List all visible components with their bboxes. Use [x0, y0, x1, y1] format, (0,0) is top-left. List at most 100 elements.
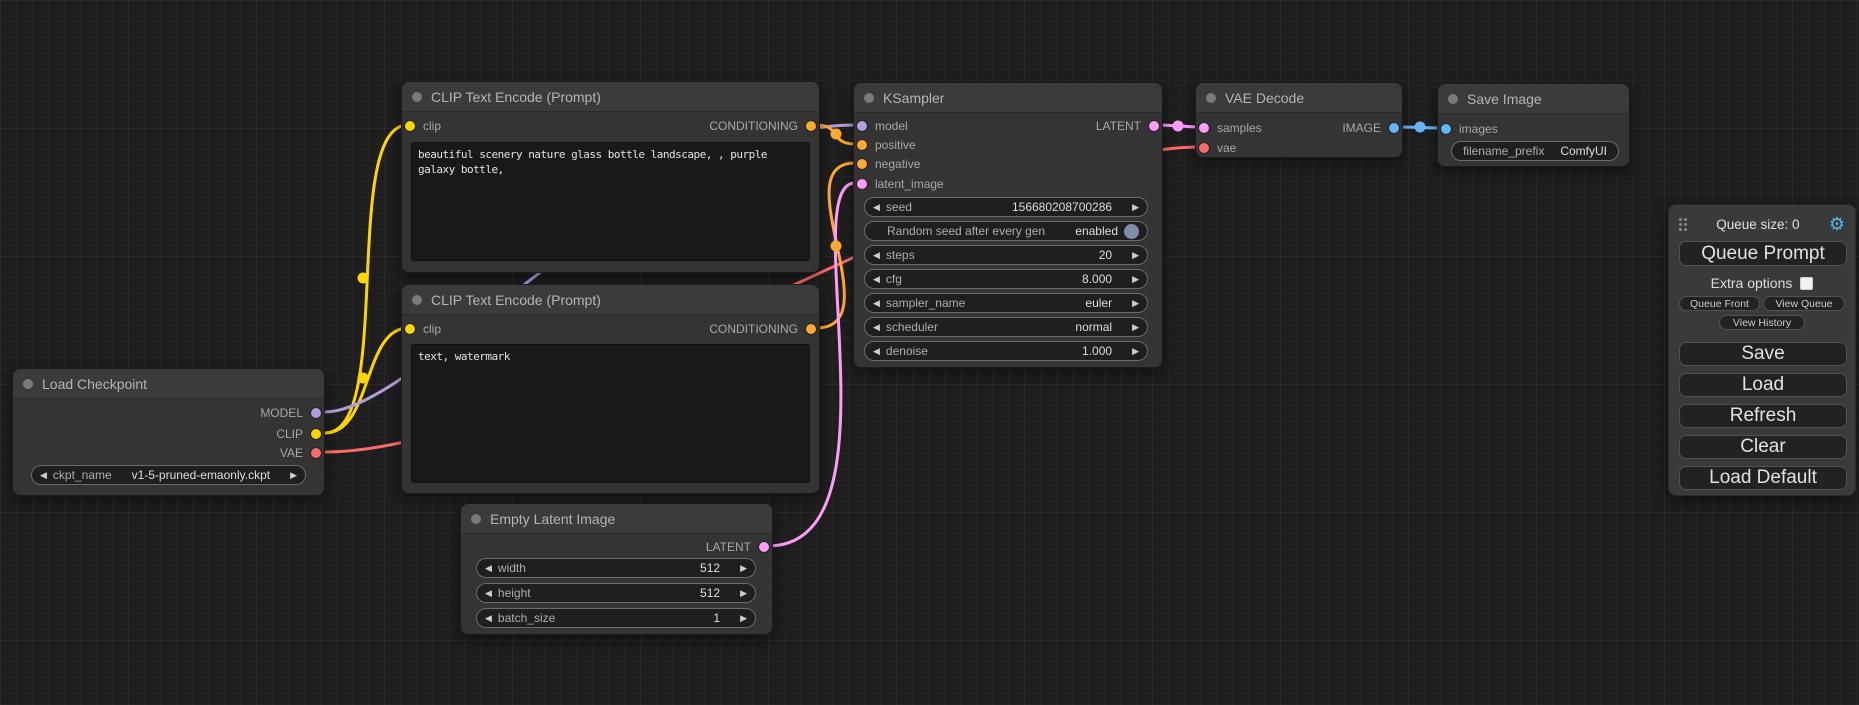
input-port-positive[interactable] [857, 140, 867, 150]
node-vae-decode[interactable]: VAE Decode samples IMAGE vae [1195, 82, 1403, 158]
node-titlebar[interactable]: Save Image [1438, 84, 1629, 114]
increment-arrow-icon[interactable]: ▶ [1132, 203, 1139, 212]
widget-scheduler[interactable]: ◀ scheduler normal ▶ [864, 317, 1148, 337]
node-ksampler[interactable]: KSampler model LATENT positive negative … [853, 82, 1163, 368]
input-port-model[interactable] [857, 121, 867, 131]
node-titlebar[interactable]: CLIP Text Encode (Prompt) [402, 82, 819, 112]
output-port-model[interactable] [311, 408, 321, 418]
collapse-dot-icon[interactable] [23, 379, 33, 389]
increment-arrow-icon[interactable]: ▶ [1132, 299, 1139, 308]
widget-steps[interactable]: ◀ steps 20 ▶ [864, 245, 1148, 265]
prompt-textarea[interactable]: text, watermark [411, 344, 810, 483]
increment-arrow-icon[interactable]: ▶ [1132, 323, 1139, 332]
input-label: latent_image [875, 177, 944, 191]
output-port-latent[interactable] [759, 542, 769, 552]
widget-random-seed-toggle[interactable]: Random seed after every gen enabled [864, 221, 1148, 241]
decrement-arrow-icon[interactable]: ◀ [40, 471, 47, 480]
widget-label: seed [886, 200, 912, 214]
increment-arrow-icon[interactable]: ▶ [740, 564, 747, 573]
widget-denoise[interactable]: ◀ denoise 1.000 ▶ [864, 341, 1148, 361]
node-titlebar[interactable]: Load Checkpoint [13, 369, 324, 399]
output-port-vae[interactable] [311, 448, 321, 458]
node-load-checkpoint[interactable]: Load Checkpoint MODEL CLIP VAE ◀ ckpt_na… [12, 368, 325, 496]
node-titlebar[interactable]: VAE Decode [1196, 83, 1402, 113]
input-port-negative[interactable] [857, 159, 867, 169]
widget-height[interactable]: ◀ height 512 ▶ [476, 583, 756, 603]
widget-seed[interactable]: ◀ seed 156680208700286 ▶ [864, 197, 1148, 217]
input-port-images[interactable] [1441, 124, 1451, 134]
node-titlebar[interactable]: KSampler [854, 83, 1162, 113]
increment-arrow-icon[interactable]: ▶ [1132, 275, 1139, 284]
node-save-image[interactable]: Save Image images filename_prefix ComfyU… [1437, 83, 1630, 167]
load-default-button[interactable]: Load Default [1679, 466, 1847, 490]
input-port-latent-image[interactable] [857, 179, 867, 189]
output-label: CONDITIONING [709, 322, 798, 336]
widget-label: cfg [886, 272, 902, 286]
output-port-conditioning[interactable] [806, 324, 816, 334]
node-clip-text-encode-negative[interactable]: CLIP Text Encode (Prompt) clip CONDITION… [401, 284, 820, 494]
collapse-dot-icon[interactable] [471, 514, 481, 524]
widget-cfg[interactable]: ◀ cfg 8.000 ▶ [864, 269, 1148, 289]
decrement-arrow-icon[interactable]: ◀ [873, 251, 880, 260]
increment-arrow-icon[interactable]: ▶ [1132, 347, 1139, 356]
widget-value: 512 [700, 561, 720, 575]
load-button[interactable]: Load [1679, 373, 1847, 397]
widget-value: normal [1075, 320, 1112, 334]
node-titlebar[interactable]: Empty Latent Image [461, 504, 772, 534]
widget-width[interactable]: ◀ width 512 ▶ [476, 558, 756, 578]
input-port-vae[interactable] [1199, 143, 1209, 153]
collapse-dot-icon[interactable] [1448, 94, 1458, 104]
increment-arrow-icon[interactable]: ▶ [1132, 251, 1139, 260]
decrement-arrow-icon[interactable]: ◀ [485, 614, 492, 623]
widget-ckpt-name[interactable]: ◀ ckpt_name v1-5-pruned-emaonly.ckpt ▶ [31, 465, 306, 485]
save-button[interactable]: Save [1679, 342, 1847, 366]
node-titlebar[interactable]: CLIP Text Encode (Prompt) [402, 285, 819, 315]
clear-button[interactable]: Clear [1679, 435, 1847, 459]
output-port-clip[interactable] [311, 429, 321, 439]
queue-front-button[interactable]: Queue Front [1679, 296, 1760, 311]
input-label: negative [875, 157, 920, 171]
settings-gear-icon[interactable]: ⚙ [1829, 215, 1845, 233]
output-label: CONDITIONING [709, 119, 798, 133]
widget-label: steps [886, 248, 915, 262]
view-queue-button[interactable]: View Queue [1763, 296, 1845, 311]
drag-handle-icon[interactable] [1679, 218, 1687, 231]
node-title: Empty Latent Image [490, 511, 615, 527]
widget-filename-prefix[interactable]: filename_prefix ComfyUI [1451, 141, 1619, 161]
collapse-dot-icon[interactable] [1206, 93, 1216, 103]
decrement-arrow-icon[interactable]: ◀ [873, 323, 880, 332]
prompt-textarea[interactable]: beautiful scenery nature glass bottle la… [411, 142, 810, 261]
decrement-arrow-icon[interactable]: ◀ [873, 347, 880, 356]
view-history-button[interactable]: View History [1719, 315, 1805, 330]
widget-label: filename_prefix [1463, 144, 1544, 158]
node-title: CLIP Text Encode (Prompt) [431, 292, 601, 308]
collapse-dot-icon[interactable] [864, 93, 874, 103]
decrement-arrow-icon[interactable]: ◀ [485, 589, 492, 598]
output-label: LATENT [706, 540, 751, 554]
decrement-arrow-icon[interactable]: ◀ [485, 564, 492, 573]
increment-arrow-icon[interactable]: ▶ [290, 471, 297, 480]
increment-arrow-icon[interactable]: ▶ [740, 614, 747, 623]
extra-options-checkbox[interactable] [1800, 277, 1813, 290]
output-port-latent[interactable] [1149, 121, 1159, 131]
input-label: model [875, 119, 908, 133]
decrement-arrow-icon[interactable]: ◀ [873, 275, 880, 284]
node-clip-text-encode-positive[interactable]: CLIP Text Encode (Prompt) clip CONDITION… [401, 81, 820, 273]
widget-batch-size[interactable]: ◀ batch_size 1 ▶ [476, 608, 756, 628]
comfyui-canvas[interactable]: { "colors": { "model": "#b39ddb", "clip"… [0, 0, 1859, 705]
widget-sampler-name[interactable]: ◀ sampler_name euler ▶ [864, 293, 1148, 313]
refresh-button[interactable]: Refresh [1679, 404, 1847, 428]
output-port-conditioning[interactable] [806, 121, 816, 131]
queue-prompt-button[interactable]: Queue Prompt [1679, 241, 1847, 266]
increment-arrow-icon[interactable]: ▶ [740, 589, 747, 598]
input-label: samples [1217, 121, 1262, 135]
decrement-arrow-icon[interactable]: ◀ [873, 203, 880, 212]
collapse-dot-icon[interactable] [412, 92, 422, 102]
input-label: positive [875, 138, 916, 152]
input-port-samples[interactable] [1199, 123, 1209, 133]
collapse-dot-icon[interactable] [412, 295, 422, 305]
output-port-image[interactable] [1389, 123, 1399, 133]
node-empty-latent-image[interactable]: Empty Latent Image LATENT ◀ width 512 ▶ … [460, 503, 773, 635]
decrement-arrow-icon[interactable]: ◀ [873, 299, 880, 308]
toggle-enabled-icon[interactable] [1124, 224, 1139, 239]
